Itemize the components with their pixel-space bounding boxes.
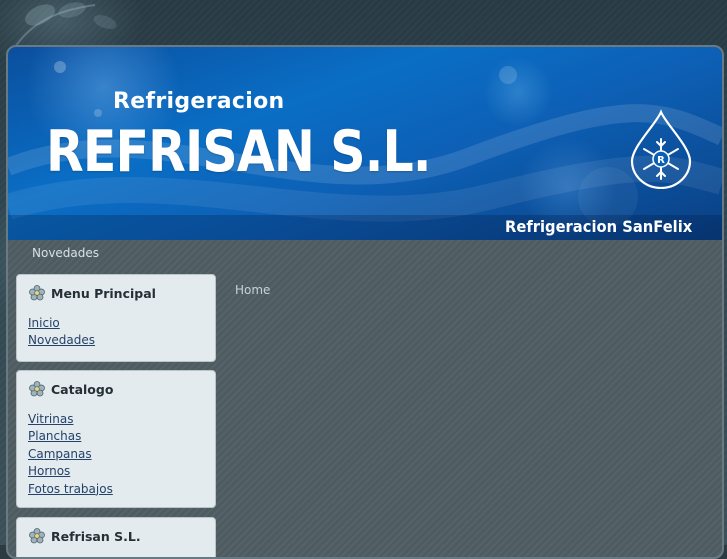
- header-banner: Refrigeracion REFRISAN S.L. R Refrigerac…: [8, 47, 722, 240]
- snowflake-drop-logo: R: [630, 109, 692, 189]
- flower-icon: [29, 381, 45, 397]
- logo-letter: R: [657, 155, 665, 166]
- page-frame: Refrigeracion REFRISAN S.L. R Refrigerac…: [6, 45, 724, 559]
- header-tagline: Refrigeracion SanFelix: [505, 217, 693, 236]
- header-subtitle: Refrigeracion: [113, 89, 285, 114]
- flower-icon: [29, 285, 45, 301]
- module-title: Refrisan S.L.: [51, 528, 141, 544]
- module-menu-principal: Menu Principal Inicio Novedades: [16, 274, 216, 362]
- catalog-link-hornos[interactable]: Hornos: [28, 464, 113, 479]
- module-catalogo: Catalogo Vitrinas Planchas Campanas Horn…: [16, 370, 216, 508]
- module-title: Menu Principal: [51, 285, 156, 301]
- menu-link-inicio[interactable]: Inicio: [28, 316, 95, 331]
- catalog-link-vitrinas[interactable]: Vitrinas: [28, 412, 113, 427]
- catalog-link-campanas[interactable]: Campanas: [28, 447, 113, 462]
- nav-item-novedades[interactable]: Novedades: [32, 246, 99, 260]
- module-refrisan: Refrisan S.L.: [16, 517, 216, 557]
- flower-icon: [29, 528, 45, 544]
- menu-link-novedades[interactable]: Novedades: [28, 333, 95, 348]
- catalog-link-fotos-trabajos[interactable]: Fotos trabajos: [28, 482, 113, 497]
- module-title: Catalogo: [51, 381, 114, 397]
- site-title: REFRISAN S.L.: [46, 119, 432, 185]
- catalog-link-planchas[interactable]: Planchas: [28, 429, 113, 444]
- breadcrumb-home[interactable]: Home: [235, 283, 270, 297]
